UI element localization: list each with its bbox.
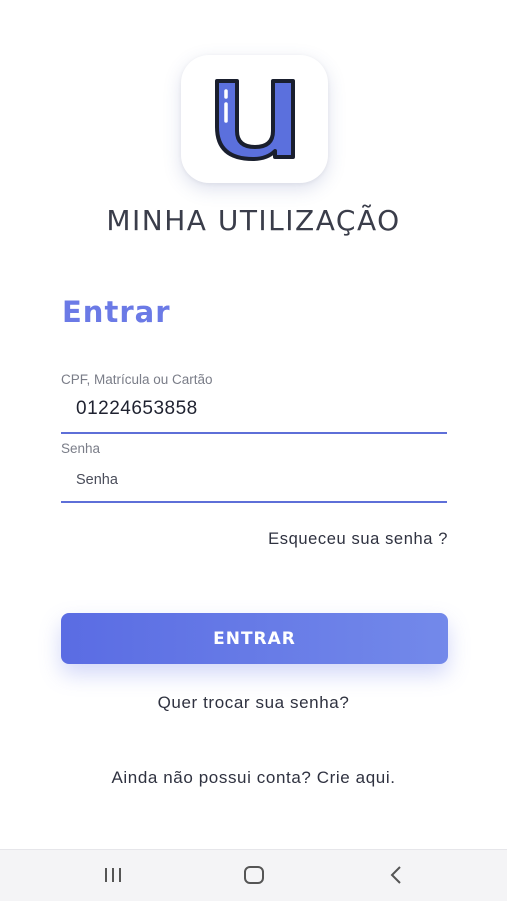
login-button[interactable]: ENTRAR <box>61 613 448 664</box>
back-button[interactable] <box>376 860 416 890</box>
home-icon <box>244 866 264 884</box>
app-title: MINHA UTILIZAÇÃO <box>106 204 401 237</box>
back-icon <box>390 866 401 884</box>
recent-apps-button[interactable] <box>93 860 133 890</box>
user-field-label: CPF, Matrícula ou Cartão <box>61 372 213 387</box>
u-letter-logo-icon <box>215 79 295 161</box>
user-input[interactable] <box>76 398 447 420</box>
password-field[interactable] <box>61 464 447 503</box>
forgot-password-link[interactable]: Esqueceu sua senha ? <box>268 530 448 549</box>
user-field[interactable] <box>61 392 447 434</box>
password-field-label: Senha <box>61 441 101 456</box>
app-logo <box>181 55 328 183</box>
signup-link[interactable]: Ainda não possui conta? Crie aqui. <box>0 768 507 788</box>
page-title: Entrar <box>62 295 171 329</box>
password-input[interactable] <box>76 472 447 488</box>
home-button[interactable] <box>234 860 274 890</box>
recent-apps-icon <box>105 868 121 882</box>
change-password-link[interactable]: Quer trocar sua senha? <box>0 693 507 713</box>
system-nav-bar <box>0 849 507 901</box>
